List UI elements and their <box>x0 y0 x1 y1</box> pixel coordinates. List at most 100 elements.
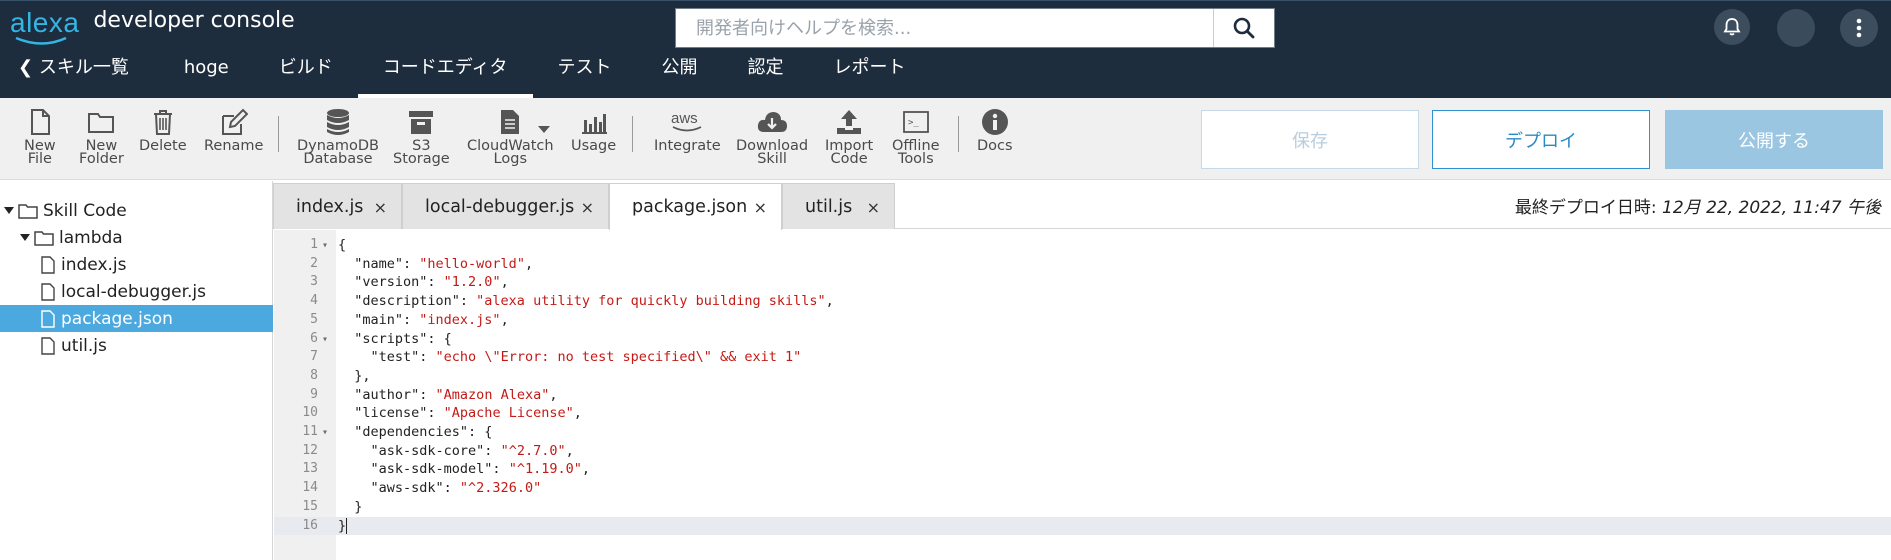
code-text: "ask-sdk-model": "^1.19.0", <box>338 461 590 478</box>
terminal-icon: >_ <box>902 111 929 133</box>
code-line[interactable]: 7 "test": "echo \"Error: no test specifi… <box>274 348 1891 366</box>
tree-folder-lambda[interactable]: lambda <box>0 224 273 251</box>
app-title: developer console <box>93 8 295 33</box>
code-line[interactable]: 11 ▾ "dependencies": { <box>274 423 1891 441</box>
nav-item-publish[interactable]: 公開 <box>637 51 723 99</box>
help-search-input[interactable] <box>676 9 1214 47</box>
integrate-button[interactable]: aws Integrate <box>654 108 721 153</box>
code-line[interactable]: 6 ▾ "scripts": { <box>274 330 1891 348</box>
cloudwatch-logs-button[interactable]: CloudWatch Logs <box>467 108 554 166</box>
bell-icon <box>1723 18 1741 36</box>
caret-down-icon <box>4 207 14 214</box>
new-folder-label: New Folder <box>79 138 124 167</box>
file-tree: Skill Code lambda index.js local-debugge… <box>0 181 273 560</box>
cloudwatch-logs-label: CloudWatch Logs <box>467 138 554 167</box>
cloudwatch-dropdown-caret-icon[interactable] <box>538 126 550 133</box>
close-icon[interactable]: × <box>374 198 387 217</box>
tree-file-package-json[interactable]: package.json <box>0 305 273 332</box>
code-line[interactable]: 13 "ask-sdk-model": "^1.19.0", <box>274 460 1891 478</box>
publish-button[interactable]: 公開する <box>1665 110 1883 169</box>
last-deploy-label: 最終デプロイ日時: <box>1514 198 1657 218</box>
help-search <box>675 8 1275 48</box>
notifications-button[interactable] <box>1714 9 1750 45</box>
fold-toggle-icon[interactable]: ▾ <box>322 331 328 349</box>
code-text: "version": "1.2.0", <box>338 274 509 291</box>
tab-util-js[interactable]: util.js × <box>782 183 895 229</box>
file-icon <box>41 282 55 301</box>
tab-local-debugger-js[interactable]: local-debugger.js × <box>402 183 609 229</box>
tree-label: Skill Code <box>43 200 127 221</box>
line-number: 4 <box>310 293 318 309</box>
code-text: "scripts": { <box>338 330 452 347</box>
database-icon <box>326 109 349 135</box>
code-editor[interactable]: 1 ▾{2 "name": "hello-world", 3 "version": … <box>274 230 1891 560</box>
fold-toggle-icon[interactable]: ▾ <box>322 237 328 255</box>
close-icon[interactable]: × <box>867 198 880 217</box>
code-text: }, <box>338 367 371 384</box>
new-file-icon <box>30 109 50 135</box>
download-skill-button[interactable]: Download Skill <box>736 108 808 166</box>
new-folder-button[interactable]: New Folder <box>79 108 124 166</box>
code-line[interactable]: 8 }, <box>274 367 1891 385</box>
code-text: } <box>338 517 347 534</box>
code-line[interactable]: 2 "name": "hello-world", <box>274 255 1891 273</box>
code-line[interactable]: 14 "aws-sdk": "^2.326.0" <box>274 479 1891 497</box>
code-line[interactable]: 12 "ask-sdk-core": "^2.7.0", <box>274 442 1891 460</box>
nav-item-certification[interactable]: 認定 <box>723 51 809 99</box>
line-number: 1 <box>310 237 318 252</box>
fold-toggle-icon[interactable]: ▾ <box>322 424 328 442</box>
line-number: 11 <box>302 424 318 439</box>
offline-tools-label: Offline Tools <box>892 138 940 167</box>
code-text: "main": "index.js", <box>338 311 509 328</box>
rename-label: Rename <box>204 138 264 154</box>
code-line[interactable]: 5 "main": "index.js", <box>274 311 1891 329</box>
tree-folder-skill-code[interactable]: Skill Code <box>0 197 273 224</box>
tab-label: package.json <box>632 197 748 217</box>
offline-tools-button[interactable]: >_ Offline Tools <box>892 108 940 166</box>
tab-index-js[interactable]: index.js × <box>273 183 402 229</box>
nav-back-to-skills[interactable]: ❮ スキル一覧 <box>0 51 159 99</box>
code-line[interactable]: 4 "description": "alexa utility for quic… <box>274 292 1891 310</box>
import-code-button[interactable]: Import Code <box>825 108 873 166</box>
code-line[interactable]: 3 "version": "1.2.0", <box>274 273 1891 291</box>
svg-text:>_: >_ <box>908 118 919 128</box>
nav-back-label: スキル一覧 <box>38 57 129 78</box>
docs-button[interactable]: Docs <box>977 108 1013 153</box>
code-text: "ask-sdk-core": "^2.7.0", <box>338 442 574 459</box>
code-line[interactable]: 15 } <box>274 498 1891 516</box>
dynamodb-database-button[interactable]: DynamoDB Database <box>297 108 379 166</box>
tree-label: lambda <box>59 227 123 248</box>
nav-item-build[interactable]: ビルド <box>254 51 358 99</box>
alexa-developer-console-logo[interactable]: alexa developer console <box>10 5 295 45</box>
code-line[interactable]: 9 "author": "Amazon Alexa", <box>274 386 1891 404</box>
code-text: "dependencies": { <box>338 424 493 440</box>
avatar[interactable] <box>1777 9 1815 47</box>
s3-storage-button[interactable]: S3 Storage <box>393 108 450 166</box>
save-button[interactable]: 保存 <box>1201 110 1419 169</box>
rename-button[interactable]: Rename <box>204 108 263 153</box>
nav-item-skill-name[interactable]: hoge <box>159 51 254 99</box>
delete-button[interactable]: Delete <box>139 108 187 153</box>
code-line[interactable]: 16} <box>274 516 1891 535</box>
tree-file-util-js[interactable]: util.js <box>0 332 273 359</box>
close-icon[interactable]: × <box>754 198 767 217</box>
tree-file-index-js[interactable]: index.js <box>0 251 273 278</box>
tree-file-local-debugger-js[interactable]: local-debugger.js <box>0 278 273 305</box>
nav-item-test[interactable]: テスト <box>533 51 637 99</box>
tab-package-json[interactable]: package.json × <box>609 183 782 230</box>
nav-item-report[interactable]: レポート <box>809 51 931 99</box>
code-line[interactable]: 1 ▾ { <box>274 236 1891 254</box>
code-line[interactable]: 10 "license": "Apache License", <box>274 404 1891 422</box>
folder-icon <box>18 203 38 219</box>
nav-item-code-editor[interactable]: コードエディタ <box>357 51 533 99</box>
trash-icon <box>153 110 172 135</box>
search-button[interactable] <box>1213 9 1274 47</box>
code-text: "name": "hello-world", <box>338 255 534 272</box>
close-icon[interactable]: × <box>581 198 594 217</box>
line-number: 9 <box>310 386 318 402</box>
more-menu-button[interactable] <box>1840 9 1878 47</box>
usage-button[interactable]: Usage <box>571 108 616 153</box>
new-file-button[interactable]: New File <box>24 108 56 166</box>
line-number: 14 <box>302 480 318 496</box>
deploy-button[interactable]: デプロイ <box>1432 110 1650 169</box>
